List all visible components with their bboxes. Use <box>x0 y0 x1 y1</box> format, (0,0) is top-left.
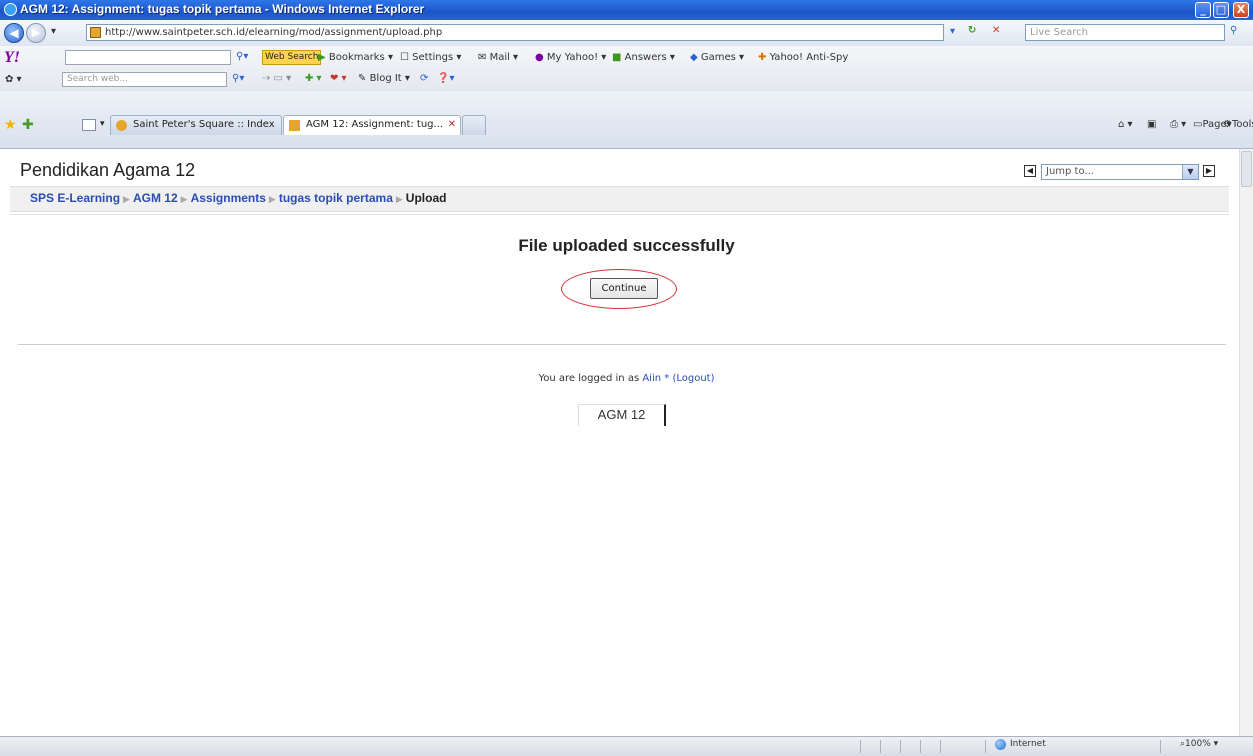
divider <box>10 214 1229 215</box>
quick-tabs-icon[interactable] <box>82 119 96 131</box>
yahoo-search-input[interactable] <box>65 50 231 65</box>
tabs-bar: ★ ✚ ▾ Saint Peter's Square :: Index AGM … <box>0 91 1253 149</box>
forward-button[interactable]: ▶ <box>26 23 46 43</box>
user-profile-link[interactable]: Aiin * <box>642 373 669 384</box>
status-divider <box>860 740 861 753</box>
breadcrumb-separator-icon: ▶ <box>268 194 276 204</box>
web-search-button[interactable]: Web Search <box>262 50 322 65</box>
toolbar-menu-icon[interactable]: ✿ ▾ <box>5 74 22 85</box>
course-title: Pendidikan Agama 12 <box>20 160 196 180</box>
upload-success-message: File uploaded successfully <box>518 236 735 255</box>
address-dropdown-icon[interactable]: ▾ <box>950 26 955 37</box>
stop-icon[interactable]: ✕ <box>992 25 1000 36</box>
window-title: AGM 12: Assignment: tugas topik pertama … <box>20 2 425 16</box>
tab-saint-peters-index[interactable]: Saint Peter's Square :: Index <box>110 115 282 135</box>
scrollbar-thumb[interactable] <box>1241 151 1252 187</box>
status-divider <box>940 740 941 753</box>
status-divider <box>920 740 921 753</box>
games-menu[interactable]: ◆ Games ▾ <box>690 52 744 63</box>
recent-pages-dropdown-icon[interactable]: ▾ <box>51 26 56 37</box>
back-button[interactable]: ◀ <box>4 23 24 43</box>
breadcrumb-tugas-topik-pertama[interactable]: tugas topik pertama <box>279 191 393 205</box>
tab-label: AGM 12: Assignment: tug... <box>306 119 444 130</box>
continue-button[interactable]: Continue <box>590 278 658 299</box>
feeds-icon[interactable]: ▣ <box>1147 119 1156 130</box>
bookmarks-menu[interactable]: ▶ Bookmarks ▾ <box>318 52 393 63</box>
status-divider <box>900 740 901 753</box>
search-icon[interactable]: ⚲▾ <box>232 73 244 84</box>
breadcrumb-current: Upload <box>405 191 447 205</box>
zoom-level[interactable]: ⌕100% ▾ <box>1180 739 1218 749</box>
window-title-bar: AGM 12: Assignment: tugas topik pertama … <box>0 0 1253 20</box>
live-search-input[interactable]: Live Search <box>1025 24 1225 41</box>
page-favicon-icon <box>90 27 101 38</box>
breadcrumb-assignments[interactable]: Assignments <box>191 191 266 205</box>
course-footer-link[interactable]: AGM 12 <box>578 404 666 426</box>
settings-menu[interactable]: ☐ Settings ▾ <box>400 52 461 63</box>
close-tab-icon[interactable]: ✕ <box>448 116 456 134</box>
add-favorites-icon[interactable]: ✚ <box>22 117 34 133</box>
maximize-button[interactable]: □ <box>1213 2 1229 18</box>
content-divider <box>18 344 1226 345</box>
print-icon[interactable]: ⎙ ▾ <box>1170 119 1186 130</box>
breadcrumb-separator-icon: ▶ <box>395 194 403 204</box>
search-web-input[interactable]: Search web... <box>62 72 227 87</box>
page-favicon-icon <box>289 120 300 131</box>
breadcrumb-separator-icon: ▶ <box>123 194 130 204</box>
favorites-star-icon[interactable]: ★ <box>4 117 17 133</box>
search-icon[interactable]: ⚲▾ <box>236 51 248 62</box>
jump-to-select[interactable]: Jump to... ▼ <box>1041 164 1199 180</box>
tab-list-dropdown-icon[interactable]: ▾ <box>100 119 105 129</box>
next-activity-button[interactable]: ▶ <box>1203 165 1215 177</box>
internet-zone-icon <box>995 739 1006 750</box>
chevron-down-icon: ▼ <box>1182 165 1198 179</box>
jump-to-value: Jump to... <box>1046 166 1094 177</box>
my-yahoo-menu[interactable]: ● My Yahoo! ▾ <box>535 52 606 63</box>
address-bar-row: ◀ ▶ ▾ http://www.saintpeter.sch.id/elear… <box>0 20 1253 47</box>
breadcrumb-separator-icon: ▶ <box>180 194 188 204</box>
status-divider <box>1160 740 1161 753</box>
breadcrumb-sps-elearning[interactable]: SPS E-Learning <box>30 191 120 205</box>
blog-it-button[interactable]: ✎ Blog It ▾ <box>358 73 410 84</box>
security-zone-label: Internet <box>1010 739 1046 749</box>
heart-icon[interactable]: ❤ ▾ <box>330 73 347 84</box>
tab-agm-assignment[interactable]: AGM 12: Assignment: tug... ✕ <box>283 115 461 135</box>
anti-spy-button[interactable]: ✚ Yahoo! Anti-Spy <box>758 52 848 63</box>
tab-label: Saint Peter's Square :: Index <box>133 119 275 130</box>
ie-logo-icon <box>4 3 17 16</box>
refresh-icon[interactable]: ↻ <box>968 25 976 36</box>
login-info: You are logged in as Aiin * (Logout) <box>0 373 1253 384</box>
close-button[interactable]: X <box>1233 2 1249 18</box>
refresh-icon[interactable]: ⟳ <box>420 73 428 84</box>
status-divider <box>985 740 986 753</box>
home-icon[interactable]: ⌂ ▾ <box>1118 119 1133 130</box>
previous-activity-button[interactable]: ◀ <box>1024 165 1036 177</box>
tools-menu[interactable]: ⚙Tools <box>1223 119 1253 130</box>
status-divider <box>880 740 881 753</box>
new-tab-button[interactable] <box>462 115 486 135</box>
search-icon[interactable]: ⚲ <box>1230 25 1237 36</box>
minimize-button[interactable]: _ <box>1195 2 1211 18</box>
logout-link[interactable]: (Logout) <box>672 373 714 384</box>
breadcrumb: SPS E-Learning ▶ AGM 12 ▶ Assignments ▶ tugas … <box>30 191 446 205</box>
mail-menu[interactable]: ✉ Mail ▾ <box>478 52 518 63</box>
site-favicon-icon <box>116 120 127 131</box>
yahoo-logo[interactable]: Y! <box>4 49 20 67</box>
pin-icon[interactable]: ✚ ▾ <box>305 73 322 84</box>
breadcrumb-agm12[interactable]: AGM 12 <box>133 191 178 205</box>
address-input[interactable]: http://www.saintpeter.sch.id/elearning/m… <box>86 24 944 41</box>
status-bar <box>0 736 1253 756</box>
logged-in-text: You are logged in as <box>538 373 640 384</box>
yahoo-toolbar: Y! ⚲▾ Web Search ▶ Bookmarks ▾ ☐ Setting… <box>0 46 1253 92</box>
toolbar-options-icon[interactable]: ⇢ ▭ ▾ <box>262 73 291 84</box>
help-icon[interactable]: ❓▾ <box>437 73 454 84</box>
answers-menu[interactable]: ■ Answers ▾ <box>612 52 675 63</box>
